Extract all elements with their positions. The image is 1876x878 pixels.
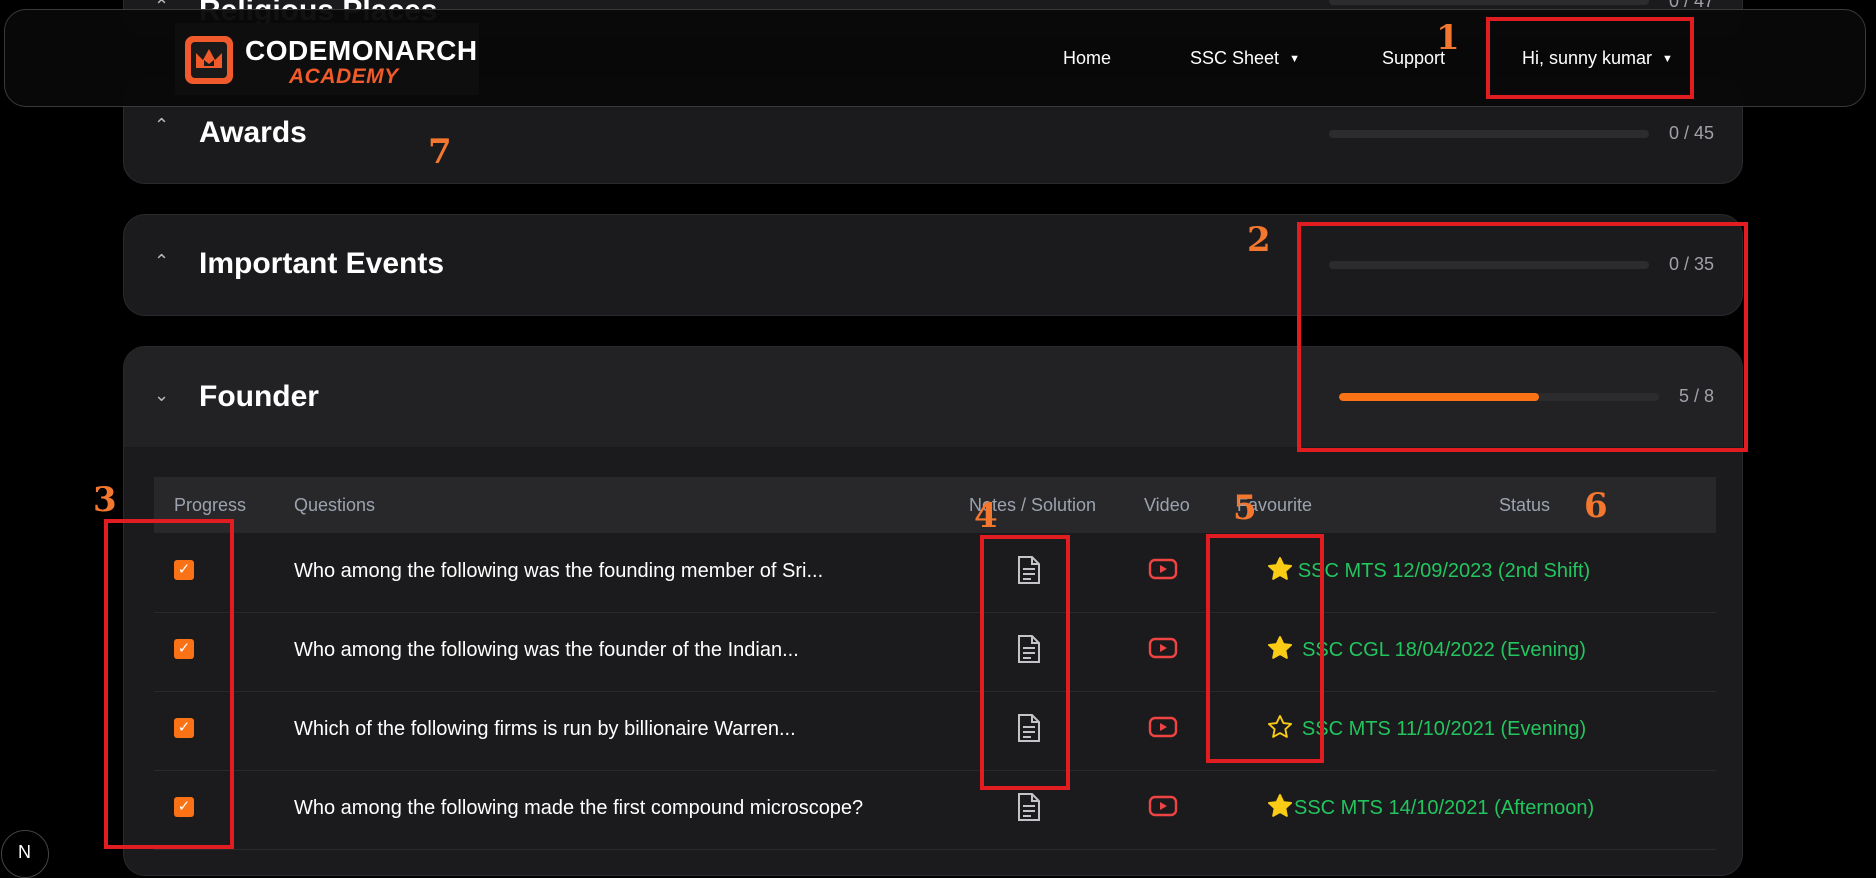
status-text: SSC MTS 11/10/2021 (Evening) [1301,718,1587,740]
star-icon[interactable] [1266,792,1294,825]
logo[interactable]: CODEMONARCH ACADEMY [175,23,479,95]
question-link[interactable]: Which of the following firms is run by b… [294,718,796,741]
status-text: SSC CGL 18/04/2022 (Evening) [1302,639,1586,661]
annotation-number-5: 5 [1233,488,1257,528]
annotation-number-7: 7 [428,132,452,172]
question-link[interactable]: Who among the following made the first c… [294,797,863,820]
header-questions: Questions [294,495,376,515]
question-link[interactable]: Who among the following was the founder … [294,639,799,662]
logo-subtitle: ACADEMY [289,65,399,88]
annotation-number-4: 4 [974,496,998,536]
nav-ssc-sheet[interactable]: SSC Sheet ▼ [1190,48,1300,69]
section-title: Important Events [199,247,445,280]
floating-n-label: N [18,842,31,862]
table-row: ✓ Who among the following was the foundin… [154,533,1716,613]
header-video: Video [1144,495,1190,515]
status-text: SSC MTS 14/10/2021 (Afternoon) [1294,797,1595,819]
chevron-up-icon[interactable]: ⌃ [154,251,169,272]
youtube-icon[interactable] [1148,716,1178,743]
section-title: Founder [199,380,319,413]
annotation-box-3 [104,519,234,849]
annotation-box-1 [1486,17,1694,99]
chevron-up-icon[interactable]: ⌃ [154,115,169,136]
table-header: Progress Questions Notes / Solution Vide… [154,477,1716,533]
youtube-icon[interactable] [1148,558,1178,585]
section-progress-bar [1329,130,1649,138]
chevron-down-icon[interactable]: ⌄ [154,385,169,406]
logo-title: CODEMONARCH [245,35,478,66]
annotation-number-6: 6 [1584,486,1608,526]
question-link[interactable]: Who among the following was the founding… [294,560,823,583]
header-status: Status [1499,495,1551,515]
annotation-box-2 [1297,222,1748,452]
header-progress: Progress [174,495,247,515]
floating-n-button[interactable]: N [1,830,49,878]
crown-logo-icon [185,36,233,84]
table-row: ✓ Who among the following made the first … [154,770,1716,850]
annotation-number-1: 1 [1436,18,1460,58]
youtube-icon[interactable] [1148,637,1178,664]
table-row: ✓ Which of the following firms is run by … [154,691,1716,771]
caret-down-icon: ▼ [1289,53,1300,65]
annotation-number-3: 3 [93,480,117,520]
nav-home[interactable]: Home [1063,48,1111,69]
nav-ssc-sheet-label: SSC Sheet [1190,48,1280,68]
section-progress-bar [1329,0,1649,5]
youtube-icon[interactable] [1148,795,1178,822]
section-title: Awards [199,116,307,149]
annotation-number-2: 2 [1247,220,1271,260]
annotation-box-5 [1206,534,1324,763]
annotation-box-4 [980,535,1070,790]
section-count: 0 / 45 [1668,123,1714,143]
table-row: ✓ Who among the following was the founder… [154,612,1716,692]
document-icon[interactable] [1016,792,1042,827]
status-text: SSC MTS 12/09/2023 (2nd Shift) [1297,560,1591,582]
